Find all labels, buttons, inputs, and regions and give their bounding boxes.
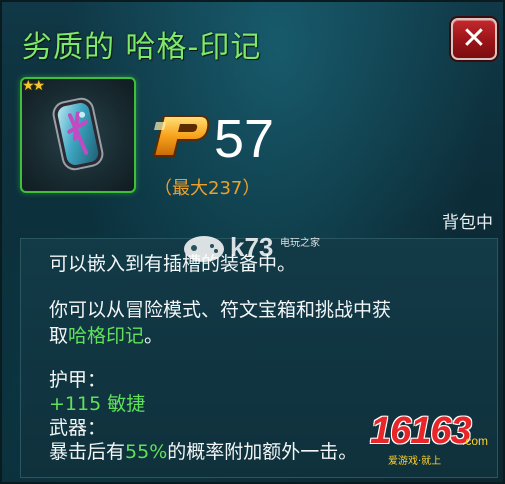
item-rarity-stars: ★★: [22, 78, 45, 94]
desc-line-source-cont: 取哈格印记。: [49, 325, 164, 347]
item-location-label: 背包中: [442, 213, 493, 233]
close-icon: ✕: [461, 21, 487, 56]
armor-label: 护甲：: [49, 369, 107, 391]
desc-line-source: 你可以从冒险模式、符文宝箱和挑战中获: [49, 299, 392, 321]
item-tooltip-dialog: 劣质的 哈格-印记 ✕ ★★ 57 （最大237） 背包中 可以嵌入到有插槽的装…: [0, 0, 505, 484]
close-button[interactable]: ✕: [451, 18, 497, 60]
k73-watermark: k73 电玩之家: [182, 230, 372, 266]
rune-name-highlight: 哈格印记: [68, 325, 145, 347]
item-title: 劣质的 哈格-印记: [22, 30, 262, 65]
crit-chance-highlight: 55%: [125, 441, 168, 463]
gamepad-icon: [184, 236, 224, 262]
sell-price-value: 57: [214, 109, 275, 169]
p-coin-icon: [152, 115, 210, 157]
weapon-label: 武器：: [49, 417, 107, 439]
16163-watermark: 16163 .com 爱游戏·就上: [370, 410, 489, 467]
max-price-label: （最大237）: [154, 178, 261, 199]
weapon-bonus: 暴击后有55%的概率附加额外一击。: [49, 441, 358, 463]
armor-bonus: +115 敏捷: [49, 393, 146, 415]
rune-icon: [52, 97, 104, 171]
